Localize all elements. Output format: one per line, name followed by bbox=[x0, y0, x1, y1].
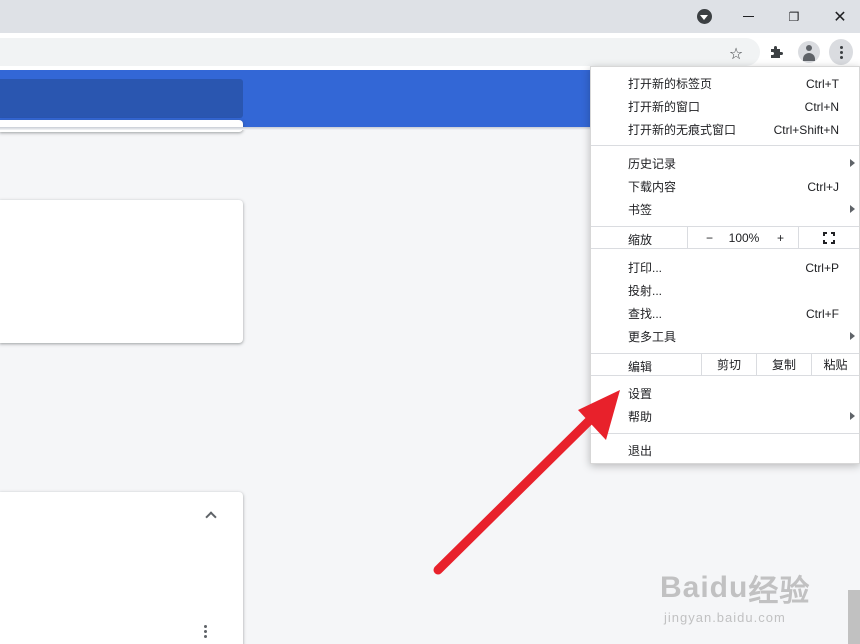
content-card bbox=[0, 120, 243, 132]
restore-button[interactable]: ❐ bbox=[779, 0, 809, 33]
menu-item-label: 打开新的无痕式窗口 bbox=[628, 123, 737, 137]
scrollbar-thumb[interactable] bbox=[848, 590, 860, 644]
menu-divider bbox=[591, 145, 859, 146]
menu-divider bbox=[591, 433, 859, 434]
restore-icon: ❐ bbox=[788, 9, 800, 24]
minimize-button[interactable] bbox=[733, 0, 763, 33]
fullscreen-icon bbox=[823, 231, 835, 244]
plus-icon: + bbox=[776, 230, 784, 245]
menu-item-label: 下载内容 bbox=[628, 180, 677, 194]
menu-item-label: 投射... bbox=[628, 284, 663, 298]
menu-item-label: 查找... bbox=[628, 307, 663, 321]
puzzle-icon bbox=[771, 46, 783, 58]
menu-item-help[interactable]: 帮助 bbox=[591, 405, 859, 428]
watermark-brand-suffix: 经验 bbox=[748, 575, 811, 608]
close-button[interactable]: ✕ bbox=[825, 0, 855, 33]
minimize-icon bbox=[742, 16, 754, 17]
more-vert-icon[interactable] bbox=[199, 622, 211, 640]
zoom-in-button[interactable]: + bbox=[763, 227, 798, 248]
submenu-arrow-icon bbox=[850, 412, 855, 420]
more-vert-icon bbox=[829, 39, 853, 65]
watermark: Baidu 经验 jingyan.baidu.com bbox=[660, 566, 810, 625]
menu-item-shortcut: Ctrl+J bbox=[807, 179, 839, 194]
watermark-url: jingyan.baidu.com bbox=[664, 610, 786, 625]
zoom-value: 100% bbox=[728, 230, 760, 245]
content-card bbox=[0, 492, 243, 644]
cut-button[interactable]: 剪切 bbox=[701, 354, 756, 375]
menu-item-new-tab[interactable]: 打开新的标签页 Ctrl+T bbox=[591, 72, 859, 95]
address-bar[interactable] bbox=[0, 38, 760, 66]
menu-item-new-window[interactable]: 打开新的窗口 Ctrl+N bbox=[591, 95, 859, 118]
menu-item-new-incognito[interactable]: 打开新的无痕式窗口 Ctrl+Shift+N bbox=[591, 118, 859, 141]
menu-item-exit[interactable]: 退出 bbox=[591, 439, 859, 462]
watermark-brand: Baidu bbox=[660, 571, 749, 604]
menu-item-cast[interactable]: 投射... bbox=[591, 279, 859, 302]
close-icon: ✕ bbox=[833, 8, 847, 26]
menu-item-print[interactable]: 打印... Ctrl+P bbox=[591, 256, 859, 279]
menu-button[interactable] bbox=[829, 39, 853, 65]
menu-item-shortcut: Ctrl+T bbox=[806, 76, 839, 91]
menu-item-label: 退出 bbox=[628, 444, 653, 458]
menu-item-history[interactable]: 历史记录 bbox=[591, 152, 859, 175]
menu-item-label: 打开新的标签页 bbox=[628, 77, 713, 91]
menu-item-label: 历史记录 bbox=[628, 157, 677, 171]
chrome-main-menu: 打开新的标签页 Ctrl+T 打开新的窗口 Ctrl+N 打开新的无痕式窗口 C… bbox=[590, 66, 860, 464]
menu-item-label: 设置 bbox=[628, 387, 653, 401]
bookmark-star-icon[interactable]: ☆ bbox=[726, 44, 746, 64]
menu-item-label: 打印... bbox=[628, 261, 663, 275]
menu-item-find[interactable]: 查找... Ctrl+F bbox=[591, 302, 859, 325]
menu-item-shortcut: Ctrl+F bbox=[806, 306, 839, 321]
tab-search-button[interactable] bbox=[692, 0, 716, 33]
profile-button[interactable] bbox=[797, 40, 821, 64]
paste-button[interactable]: 粘贴 bbox=[811, 354, 859, 375]
settings-search-box[interactable] bbox=[0, 79, 243, 118]
content-card bbox=[0, 200, 243, 343]
title-bar: ❐ ✕ bbox=[0, 0, 860, 33]
browser-toolbar: ☆ bbox=[0, 33, 860, 70]
menu-item-label: 书签 bbox=[628, 203, 653, 217]
submenu-arrow-icon bbox=[850, 159, 855, 167]
zoom-label: 缩放 bbox=[628, 233, 653, 247]
avatar-icon bbox=[798, 41, 820, 63]
submenu-arrow-icon bbox=[850, 332, 855, 340]
zoom-out-button[interactable]: − bbox=[687, 227, 731, 248]
copy-button[interactable]: 复制 bbox=[756, 354, 811, 375]
menu-item-settings[interactable]: 设置 bbox=[591, 382, 859, 405]
menu-item-shortcut: Ctrl+P bbox=[805, 260, 839, 275]
chevron-up-icon[interactable] bbox=[203, 507, 219, 523]
menu-item-label: 更多工具 bbox=[628, 330, 677, 344]
menu-item-downloads[interactable]: 下载内容 Ctrl+J bbox=[591, 175, 859, 198]
fullscreen-button[interactable] bbox=[798, 227, 859, 248]
chevron-down-icon bbox=[696, 9, 712, 24]
menu-item-bookmarks[interactable]: 书签 bbox=[591, 198, 859, 221]
menu-item-label: 帮助 bbox=[628, 410, 653, 424]
menu-edit-row: 编辑 剪切 复制 粘贴 bbox=[591, 353, 859, 376]
minus-icon: − bbox=[705, 230, 713, 245]
menu-zoom-row: 缩放 − 100% + bbox=[591, 226, 859, 249]
menu-item-shortcut: Ctrl+N bbox=[804, 99, 839, 114]
extensions-button[interactable] bbox=[765, 40, 789, 64]
submenu-arrow-icon bbox=[850, 205, 855, 213]
edit-label: 编辑 bbox=[628, 360, 653, 374]
menu-item-shortcut: Ctrl+Shift+N bbox=[773, 122, 839, 137]
menu-item-label: 打开新的窗口 bbox=[628, 100, 701, 114]
menu-item-more-tools[interactable]: 更多工具 bbox=[591, 325, 859, 348]
